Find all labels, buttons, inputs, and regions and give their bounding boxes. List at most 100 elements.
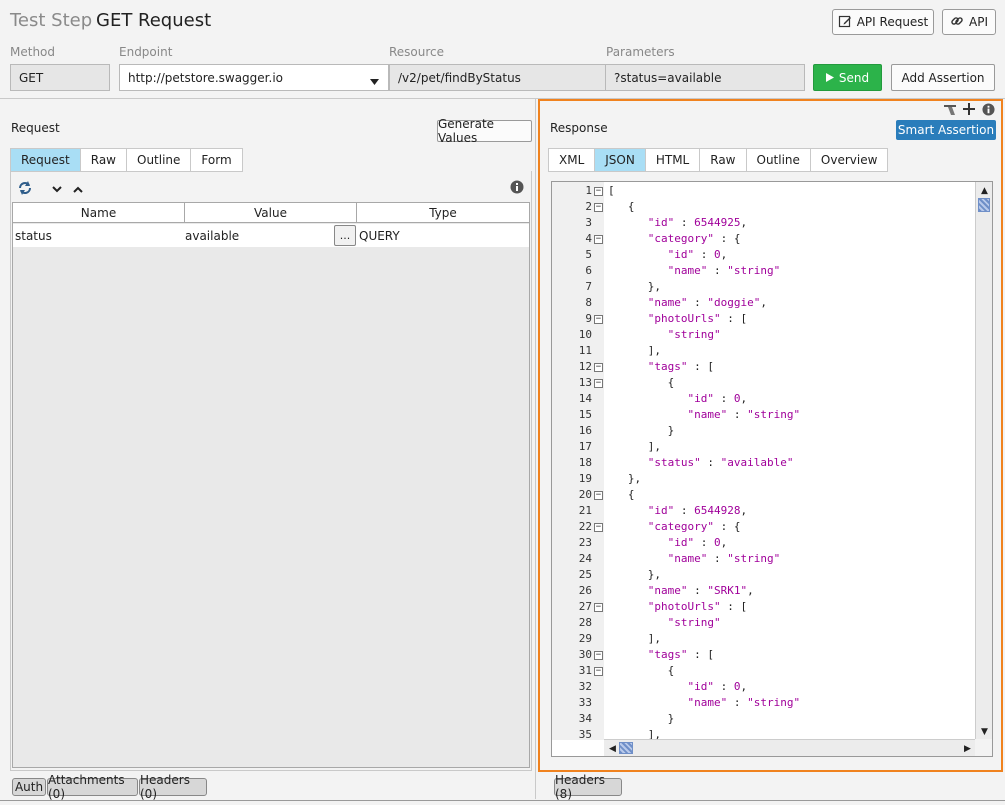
tab-outline[interactable]: Outline xyxy=(126,148,191,172)
info-icon[interactable] xyxy=(510,180,524,197)
scroll-down-icon[interactable]: ▼ xyxy=(977,724,992,739)
code-line: 11 ], xyxy=(552,343,976,359)
fold-toggle-icon[interactable]: − xyxy=(594,651,603,660)
code-line: 3 "id" : 6544925, xyxy=(552,215,976,231)
tab-outline[interactable]: Outline xyxy=(745,148,810,172)
fold-toggle-icon[interactable]: − xyxy=(594,523,603,532)
response-panel-title: Response xyxy=(550,121,608,135)
api-label: API xyxy=(969,15,988,29)
refresh-icon[interactable] xyxy=(17,180,33,199)
line-number: 12 xyxy=(578,360,592,373)
tab-auth[interactable]: Auth xyxy=(12,778,46,796)
code-text: ], xyxy=(608,344,661,357)
code-text: "category" : { xyxy=(647,520,741,533)
scroll-right-icon[interactable]: ▶ xyxy=(960,741,975,756)
request-panel-title: Request xyxy=(11,121,60,135)
plus-icon[interactable] xyxy=(963,103,975,118)
code-text: }, xyxy=(608,472,642,485)
horizontal-scrollbar[interactable]: ◀ ▶ xyxy=(604,739,976,756)
json-response-editor[interactable]: 1−[2− {3 "id" : 6544925, 4− "category" : … xyxy=(551,181,993,757)
tab-response-headers[interactable]: Headers (8) xyxy=(554,773,622,801)
fold-toggle-icon[interactable]: − xyxy=(594,315,603,324)
fold-toggle-icon[interactable]: − xyxy=(594,363,603,372)
tab-raw[interactable]: Raw xyxy=(699,148,746,172)
column-header-name[interactable]: Name xyxy=(13,203,185,223)
api-request-button[interactable]: API Request xyxy=(832,9,934,35)
dropdown-arrow-icon[interactable] xyxy=(370,74,379,88)
table-row[interactable]: status available ... QUERY xyxy=(13,224,529,247)
line-number: 23 xyxy=(578,536,592,549)
api-button[interactable]: API xyxy=(942,9,996,35)
code-text: ], xyxy=(608,440,661,453)
smart-assertion-button[interactable]: Smart Assertion xyxy=(896,120,996,140)
scroll-up-icon[interactable]: ▲ xyxy=(977,183,992,198)
column-header-value[interactable]: Value xyxy=(185,203,357,223)
tab-attachments[interactable]: Attachments (0) xyxy=(47,773,138,801)
line-number: 28 xyxy=(578,616,592,629)
code-text: "category" : { xyxy=(647,232,741,245)
cell-value[interactable]: available xyxy=(183,224,333,247)
info-icon[interactable] xyxy=(982,103,995,119)
fold-toggle-icon[interactable]: − xyxy=(594,603,603,612)
code-line: 27− "photoUrls" : [ xyxy=(552,599,976,615)
code-text: "photoUrls" : [ xyxy=(647,312,748,325)
endpoint-value: http://petstore.swagger.io xyxy=(128,70,283,85)
panel-divider[interactable] xyxy=(535,99,536,799)
method-field[interactable]: GET xyxy=(10,64,110,91)
fold-toggle-icon[interactable]: − xyxy=(594,203,603,212)
tab-request-headers[interactable]: Headers (0) xyxy=(139,773,207,801)
add-assertion-button[interactable]: Add Assertion xyxy=(891,64,995,91)
horizontal-scroll-thumb[interactable] xyxy=(619,742,633,754)
line-number: 3 xyxy=(585,216,592,229)
scroll-left-icon[interactable]: ◀ xyxy=(605,741,620,756)
code-text: "photoUrls" : [ xyxy=(647,600,748,613)
code-line: 16 } xyxy=(552,423,976,439)
send-label: Send xyxy=(838,70,870,85)
fold-toggle-icon[interactable]: − xyxy=(594,187,603,196)
code-line: 32 "id" : 0, xyxy=(552,679,976,695)
tab-html[interactable]: HTML xyxy=(644,148,700,172)
fold-toggle-icon[interactable]: − xyxy=(594,667,603,676)
settings-icon[interactable] xyxy=(943,103,957,119)
line-number: 17 xyxy=(578,440,592,453)
code-text: ], xyxy=(608,632,661,645)
line-number: 2 xyxy=(585,200,592,213)
code-text: { xyxy=(608,376,675,389)
vertical-scrollbar[interactable]: ▲ ▼ xyxy=(975,182,992,740)
fold-toggle-icon[interactable]: − xyxy=(594,235,603,244)
code-line: 29 ], xyxy=(552,631,976,647)
resource-field[interactable]: /v2/pet/findByStatus xyxy=(389,64,606,91)
line-number: 27 xyxy=(578,600,592,613)
code-text: { xyxy=(608,664,675,677)
fold-toggle-icon[interactable]: − xyxy=(594,491,603,500)
line-number: 4 xyxy=(585,232,592,245)
tab-raw[interactable]: Raw xyxy=(79,148,126,172)
vertical-scroll-thumb[interactable] xyxy=(978,198,990,212)
tab-request[interactable]: Request xyxy=(10,148,80,172)
method-value: GET xyxy=(19,70,44,85)
code-line: 1−[ xyxy=(552,183,976,199)
parameters-field[interactable]: ?status=available xyxy=(605,64,805,91)
code-line: 26 "name" : "SRK1", xyxy=(552,583,976,599)
resource-label: Resource xyxy=(389,45,445,59)
column-header-type[interactable]: Type xyxy=(357,203,529,223)
cell-name[interactable]: status xyxy=(13,224,183,247)
cell-type[interactable]: QUERY xyxy=(357,224,527,247)
add-assertion-label: Add Assertion xyxy=(901,70,985,85)
line-number: 9 xyxy=(585,312,592,325)
chevron-down-icon[interactable] xyxy=(52,183,62,197)
tab-form[interactable]: Form xyxy=(190,148,243,172)
endpoint-select[interactable]: http://petstore.swagger.io xyxy=(119,64,389,91)
chevron-up-icon[interactable] xyxy=(73,183,83,197)
tab-xml[interactable]: XML xyxy=(548,148,595,172)
tab-json[interactable]: JSON xyxy=(594,148,645,172)
response-tabs: XML JSON HTML Raw Outline Overview xyxy=(548,148,889,172)
page-title: GET Request xyxy=(96,10,212,31)
send-button[interactable]: Send xyxy=(813,64,882,91)
edit-value-button[interactable]: ... xyxy=(334,225,356,246)
tab-overview[interactable]: Overview xyxy=(809,148,889,172)
generate-values-button[interactable]: Generate Values xyxy=(437,117,532,145)
fold-toggle-icon[interactable]: − xyxy=(594,379,603,388)
code-line: 13− { xyxy=(552,375,976,391)
line-number: 25 xyxy=(578,568,592,581)
